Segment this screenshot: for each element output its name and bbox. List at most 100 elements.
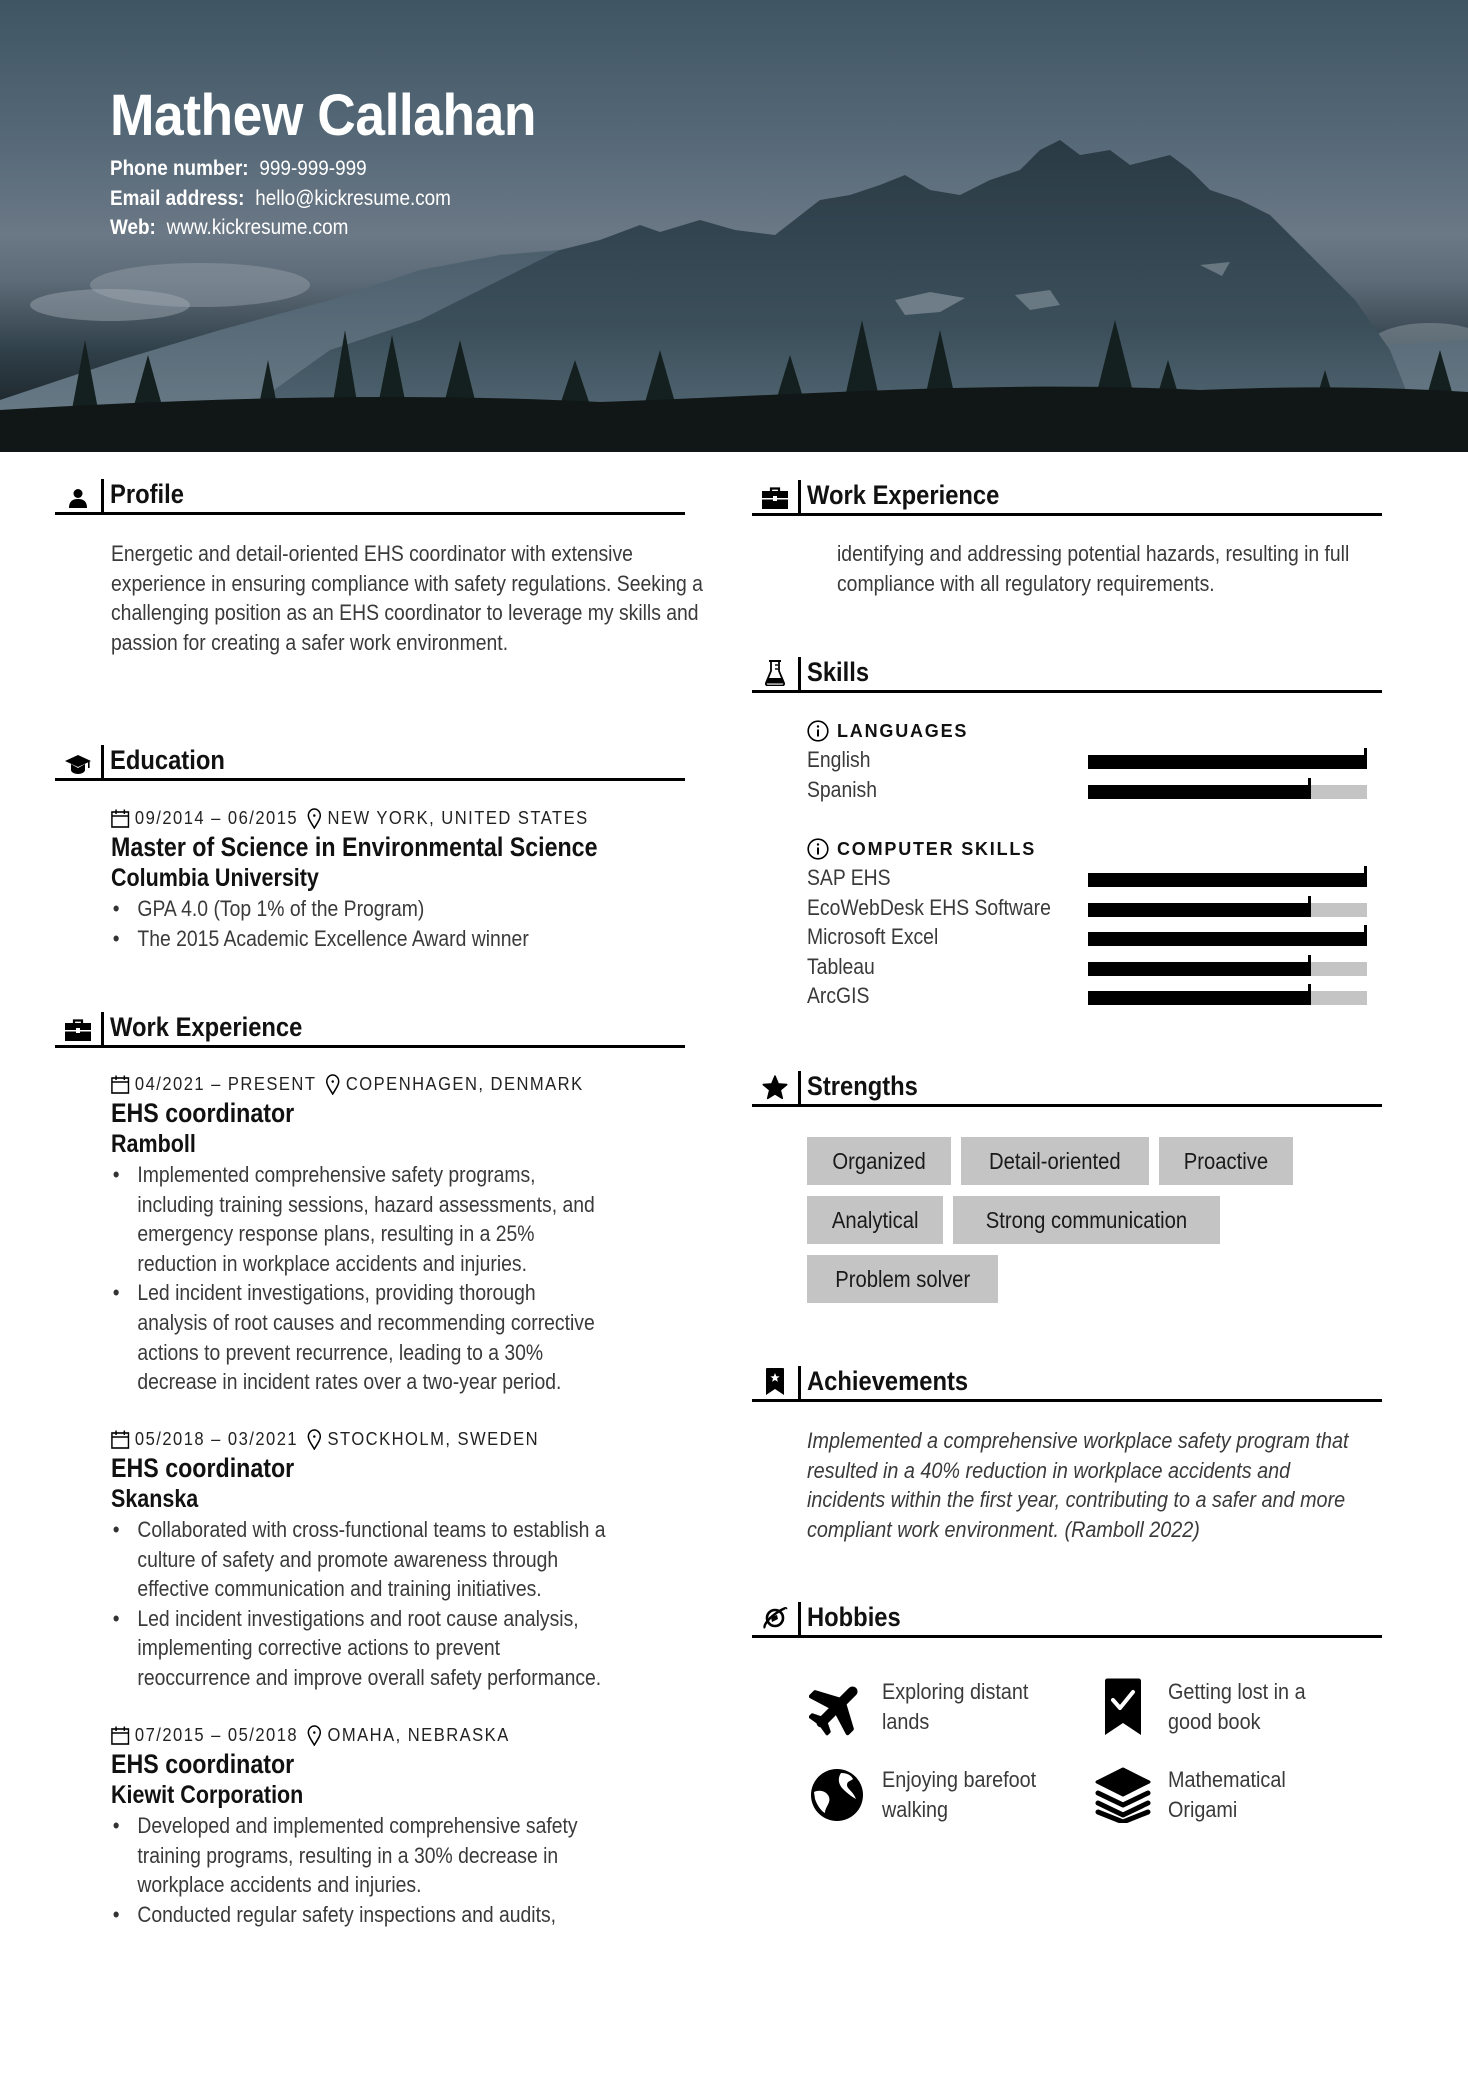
section-divider [101, 479, 104, 512]
hobby-item: Enjoying barefoot walking [807, 1765, 1082, 1825]
skill-level-fill [1088, 903, 1311, 917]
strength-tag: Strong communication [953, 1196, 1221, 1244]
job-bullets: Collaborated with cross-functional teams… [111, 1515, 751, 1693]
skill-level-marker [1308, 778, 1311, 799]
skill-level-bar [1088, 984, 1367, 1005]
section-header-profile: Profile [55, 475, 685, 515]
skill-name: Tableau [807, 954, 875, 979]
strength-tag: Problem solver [807, 1255, 999, 1303]
skill-level-bar [1088, 925, 1367, 946]
web-label: Web: [110, 216, 156, 239]
briefcase-icon [762, 485, 788, 509]
skill-name: English [807, 747, 871, 772]
hobby-label: Getting lost in a good book [1168, 1679, 1306, 1734]
job-title: EHS coordinator [111, 1749, 295, 1779]
section-title: Work Experience [807, 480, 1000, 510]
email-value[interactable]: hello@kickresume.com [255, 187, 451, 210]
strength-tag: Proactive [1158, 1137, 1293, 1185]
section-header-education: Education [55, 741, 685, 781]
achievement-text: Implemented a comprehensive workplace sa… [807, 1428, 1349, 1542]
hobby-label: Enjoying barefoot walking [882, 1767, 1037, 1822]
skill-level-marker [1308, 955, 1311, 976]
email-label: Email address: [110, 187, 245, 210]
header-banner: Mathew Callahan Phone number: 999-999-999… [0, 0, 1468, 452]
section-title: Skills [807, 657, 870, 687]
skill-level-fill [1088, 785, 1311, 799]
job-title: EHS coordinator [111, 1098, 295, 1128]
skill-level-bar [1088, 896, 1367, 917]
strength-tag-label: Detail-oriented [989, 1147, 1121, 1174]
calendar-icon [111, 1430, 130, 1449]
job-bullets: Implemented comprehensive safety program… [111, 1160, 731, 1397]
entry-meta: 09/2014 – 06/2015 NEW YORK, UNITED STATE… [111, 808, 589, 829]
skill-name: Microsoft Excel [807, 924, 939, 949]
strength-tag-label: Analytical [831, 1206, 919, 1233]
strength-tag-label: Organized [832, 1147, 926, 1174]
section-header-achievements: Achievements [752, 1362, 1382, 1402]
section-divider [101, 745, 104, 778]
company-name: Skanska [111, 1485, 199, 1513]
company-name: Ramboll [111, 1130, 196, 1158]
skill-name: Spanish [807, 777, 877, 802]
strength-tag: Detail-oriented [961, 1137, 1149, 1185]
strength-tag: Analytical [807, 1196, 944, 1244]
bullet-item: Led incident investigations and root cau… [111, 1604, 674, 1693]
profile-summary: Energetic and detail-oriented EHS coordi… [111, 541, 703, 655]
section-divider [798, 657, 801, 690]
section-title: Hobbies [807, 1602, 901, 1632]
entry-location: COPENHAGEN, DENMARK [345, 1074, 584, 1094]
layers-icon [1093, 1765, 1153, 1825]
skill-level-marker [1364, 866, 1367, 887]
strength-tag: Organized [807, 1137, 952, 1185]
location-pin-icon [307, 1725, 322, 1746]
entry-meta: 04/2021 – PRESENT COPENHAGEN, DENMARK [111, 1074, 584, 1095]
entry-location: OMAHA, NEBRASKA [327, 1725, 510, 1745]
school-name: Columbia University [111, 864, 319, 892]
web-value[interactable]: www.kickresume.com [167, 216, 349, 239]
strength-tag-label: Proactive [1183, 1147, 1268, 1174]
entry-dates: 04/2021 – PRESENT [134, 1074, 317, 1094]
section-divider [798, 1602, 801, 1635]
bookmark-star-icon [762, 1368, 788, 1395]
strength-tags: Organized Detail-oriented Proactive Anal… [807, 1137, 1367, 1303]
airplane-icon [807, 1677, 867, 1737]
phone-value[interactable]: 999-999-999 [259, 157, 366, 180]
bullet-item: Implemented comprehensive safety program… [111, 1160, 657, 1278]
location-pin-icon [307, 808, 322, 829]
skill-level-bar [1088, 748, 1367, 769]
skill-level-bar [1088, 955, 1367, 976]
skill-category-name: LANGUAGES [837, 720, 969, 741]
bullet-item: Led incident investigations, providing t… [111, 1278, 657, 1396]
globe-icon [807, 1765, 867, 1825]
info-icon [807, 838, 829, 860]
bullet-item: Conducted regular safety inspections and… [111, 1900, 657, 1930]
graduation-cap-icon [65, 750, 91, 774]
strength-tag-label: Strong communication [986, 1206, 1188, 1233]
skill-level-fill [1088, 991, 1311, 1005]
contact-web: Web: www.kickresume.com [110, 216, 348, 240]
skill-level-fill [1088, 755, 1367, 769]
skill-category-name: COMPUTER SKILLS [837, 838, 1037, 859]
section-divider [798, 1071, 801, 1104]
user-icon [65, 484, 91, 508]
skill-level-fill [1088, 873, 1367, 887]
skill-level-bar [1088, 866, 1367, 887]
skill-level-marker [1364, 925, 1367, 946]
hobby-item: Exploring distant lands [807, 1677, 1082, 1737]
location-pin-icon [326, 1074, 340, 1095]
section-title: Strengths [807, 1071, 918, 1101]
section-divider [101, 1012, 104, 1045]
skill-level-fill [1088, 962, 1311, 976]
skill-level-marker [1308, 984, 1311, 1005]
job-title: EHS coordinator [111, 1453, 295, 1483]
company-name: Kiewit Corporation [111, 1781, 304, 1809]
bullet-item: Developed and implemented comprehensive … [111, 1811, 657, 1900]
skill-category-languages: LANGUAGES [807, 720, 968, 742]
skill-category-computer-skills: COMPUTER SKILLS [807, 838, 1036, 860]
flask-icon [762, 660, 788, 686]
hobby-label: Mathematical Origami [1168, 1767, 1286, 1822]
phone-label: Phone number: [110, 157, 249, 180]
skill-level-marker [1308, 896, 1311, 917]
skill-level-marker [1364, 748, 1367, 769]
skill-level-fill [1088, 932, 1367, 946]
